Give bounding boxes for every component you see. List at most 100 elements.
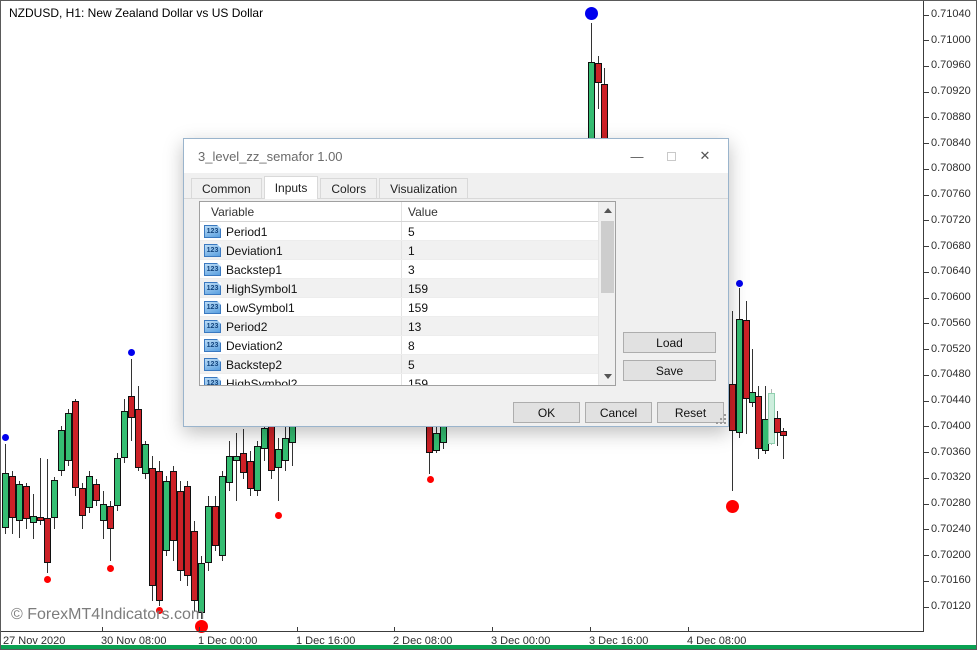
price-tick (923, 349, 929, 350)
time-tick (394, 627, 395, 632)
maximize-button[interactable] (654, 142, 688, 170)
variable-value[interactable]: 5 (408, 225, 415, 239)
tab-common[interactable]: Common (191, 178, 262, 198)
price-label: 0.70200 (931, 549, 971, 561)
variable-name: HighSymbol1 (226, 282, 297, 296)
resize-grip[interactable] (716, 414, 726, 424)
variable-name: Period1 (226, 225, 267, 239)
time-tick (688, 627, 689, 632)
scrollbar-thumb[interactable] (601, 221, 614, 293)
candle (51, 480, 58, 518)
variable-name: Period2 (226, 320, 267, 334)
candle (100, 504, 107, 521)
numeric-parameter-icon: 123 (204, 225, 221, 238)
variable-value[interactable]: 3 (408, 263, 415, 277)
semafor-dot-red (44, 576, 51, 583)
price-tick (923, 220, 929, 221)
variable-value[interactable]: 159 (408, 282, 428, 296)
table-scrollbar[interactable] (598, 202, 615, 385)
price-label: 0.70840 (931, 137, 971, 149)
chart-title: NZDUSD, H1: New Zealand Dollar vs US Dol… (9, 6, 263, 20)
price-label: 0.70240 (931, 523, 971, 535)
semafor-dot-blue (2, 434, 9, 441)
numeric-parameter-icon: 123 (204, 358, 221, 371)
scroll-up-button[interactable] (599, 202, 616, 219)
variable-value[interactable]: 8 (408, 339, 415, 353)
ok-button[interactable]: OK (513, 402, 580, 423)
semafor-dot-blue (736, 280, 743, 287)
table-row[interactable]: 123Deviation28 (200, 336, 615, 355)
variable-name: Deviation2 (226, 339, 283, 353)
table-row[interactable]: 123 Period1 5 (200, 222, 615, 241)
table-row[interactable]: 123Backstep25 (200, 355, 615, 374)
tab-colors[interactable]: Colors (320, 178, 377, 198)
candle (247, 461, 254, 489)
table-row[interactable]: 123Period213 (200, 317, 615, 336)
table-row[interactable]: 123Deviation11 (200, 241, 615, 260)
price-label: 0.70680 (931, 240, 971, 252)
variable-value[interactable]: 13 (408, 320, 421, 334)
candle (755, 396, 762, 449)
candle (93, 484, 100, 501)
table-row[interactable]: 123LowSymbol1159 (200, 298, 615, 317)
variable-value[interactable]: 159 (408, 377, 428, 386)
variable-value[interactable]: 159 (408, 301, 428, 315)
price-tick (923, 92, 929, 93)
scroll-down-button[interactable] (599, 368, 616, 385)
column-divider (401, 241, 402, 259)
semafor-dot-blue (128, 349, 135, 356)
tab-visualization[interactable]: Visualization (379, 178, 468, 198)
reset-button[interactable]: Reset (657, 402, 724, 423)
price-tick (923, 452, 929, 453)
load-button[interactable]: Load (623, 332, 716, 353)
table-row[interactable]: 123Backstep13 (200, 260, 615, 279)
price-label: 0.70600 (931, 291, 971, 303)
candle (736, 319, 743, 433)
arrow-down-icon (604, 374, 612, 379)
candle (233, 456, 240, 461)
tab-inputs[interactable]: Inputs (264, 176, 319, 199)
candle (743, 320, 750, 399)
column-divider (401, 355, 402, 373)
price-tick (923, 272, 929, 273)
price-label: 0.70520 (931, 343, 971, 355)
cancel-button[interactable]: Cancel (585, 402, 652, 423)
candle (156, 471, 163, 601)
price-tick (923, 143, 929, 144)
mt-chart-window: NZDUSD, H1: New Zealand Dollar vs US Dol… (0, 0, 977, 650)
close-button[interactable]: ✕ (688, 142, 722, 170)
candle (135, 409, 142, 468)
minimize-button[interactable]: — (620, 142, 654, 170)
table-row[interactable]: 123HighSymbol1159 (200, 279, 615, 298)
time-tick (297, 627, 298, 632)
column-divider (401, 279, 402, 297)
time-tick (590, 627, 591, 632)
time-tick (199, 627, 200, 632)
save-button[interactable]: Save (623, 360, 716, 381)
variable-name: Backstep1 (226, 263, 282, 277)
column-divider (401, 260, 402, 278)
price-axis-separator (923, 1, 924, 631)
candle (72, 401, 79, 488)
price-tick (923, 504, 929, 505)
variable-value[interactable]: 5 (408, 358, 415, 372)
candle (205, 506, 212, 563)
price-label: 0.71040 (931, 8, 971, 20)
price-label: 0.70960 (931, 59, 971, 71)
candle (44, 518, 51, 563)
table-row[interactable]: 123HighSymbol2159 (200, 374, 615, 386)
semafor-dot-blue (585, 7, 598, 20)
price-label: 0.70720 (931, 214, 971, 226)
variable-value[interactable]: 1 (408, 244, 415, 258)
candle (426, 425, 433, 453)
dialog-tabs: CommonInputsColorsVisualization (191, 175, 470, 198)
candle (170, 471, 177, 541)
price-label: 0.70320 (931, 471, 971, 483)
price-tick (923, 40, 929, 41)
semafor-dot-red (107, 565, 114, 572)
candle (595, 63, 602, 83)
candle (2, 473, 9, 528)
candle (58, 430, 65, 471)
column-divider (401, 202, 402, 221)
candle (177, 491, 184, 571)
